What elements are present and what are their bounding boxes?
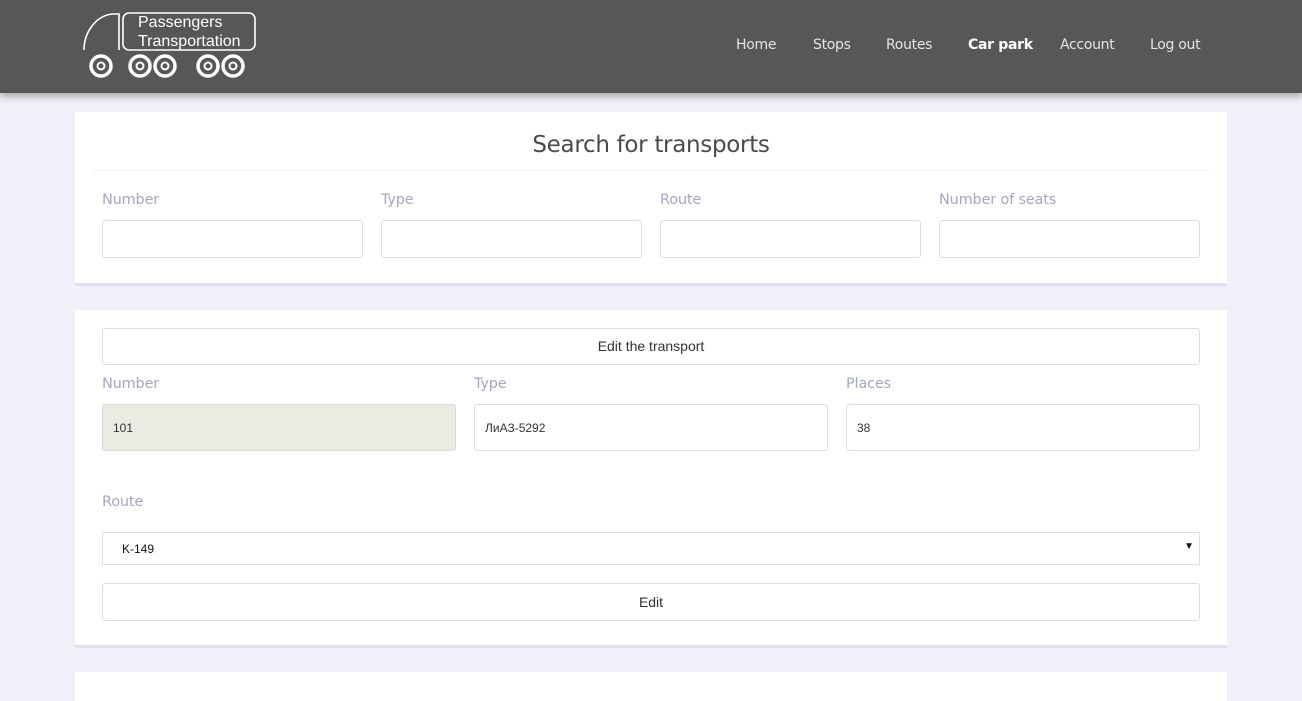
edit-places-input[interactable]: [846, 404, 1200, 451]
dropdown-arrow-icon: ▼: [1184, 541, 1194, 552]
search-title: Search for transports: [532, 132, 770, 158]
nav-home[interactable]: Home: [736, 37, 776, 53]
edit-places-label: Places: [846, 376, 891, 392]
search-seats-input[interactable]: [939, 220, 1200, 258]
search-route-label: Route: [660, 192, 702, 208]
logo-line-1: Passengers: [138, 14, 223, 31]
route-select-value: K-149: [122, 542, 155, 556]
edit-submit-button[interactable]: Edit: [102, 583, 1200, 621]
nav-account[interactable]: Account: [1060, 37, 1115, 53]
nav-car-park[interactable]: Car park: [968, 37, 1033, 53]
search-seats-label: Number of seats: [939, 192, 1057, 208]
search-type-input[interactable]: [381, 220, 642, 258]
search-number-input[interactable]: [102, 220, 363, 258]
search-route-input[interactable]: [660, 220, 921, 258]
search-divider: [93, 170, 1209, 171]
route-select[interactable]: K-149 ▼: [102, 532, 1200, 565]
edit-type-input[interactable]: [474, 404, 828, 451]
search-type-label: Type: [381, 192, 414, 208]
edit-type-label: Type: [474, 376, 507, 392]
edit-the-transport-button[interactable]: Edit the transport: [102, 328, 1200, 365]
nav-log-out[interactable]: Log out: [1150, 37, 1201, 53]
edit-number-label: Number: [102, 376, 160, 392]
edit-number-input[interactable]: [102, 404, 456, 451]
top-navbar: Passengers Transportation Home Stops Rou…: [0, 0, 1302, 93]
search-number-label: Number: [102, 192, 160, 208]
edit-transport-card: Edit the transport Number Type Places Ro…: [75, 310, 1227, 648]
nav-stops[interactable]: Stops: [813, 37, 851, 53]
nav-routes[interactable]: Routes: [886, 37, 932, 53]
edit-route-label: Route: [102, 494, 144, 510]
results-card: [75, 672, 1227, 701]
search-card: Search for transports Number Type Route …: [75, 112, 1227, 286]
logo-line-2: Transportation: [138, 33, 241, 50]
logo-text: Passengers Transportation: [138, 13, 241, 51]
